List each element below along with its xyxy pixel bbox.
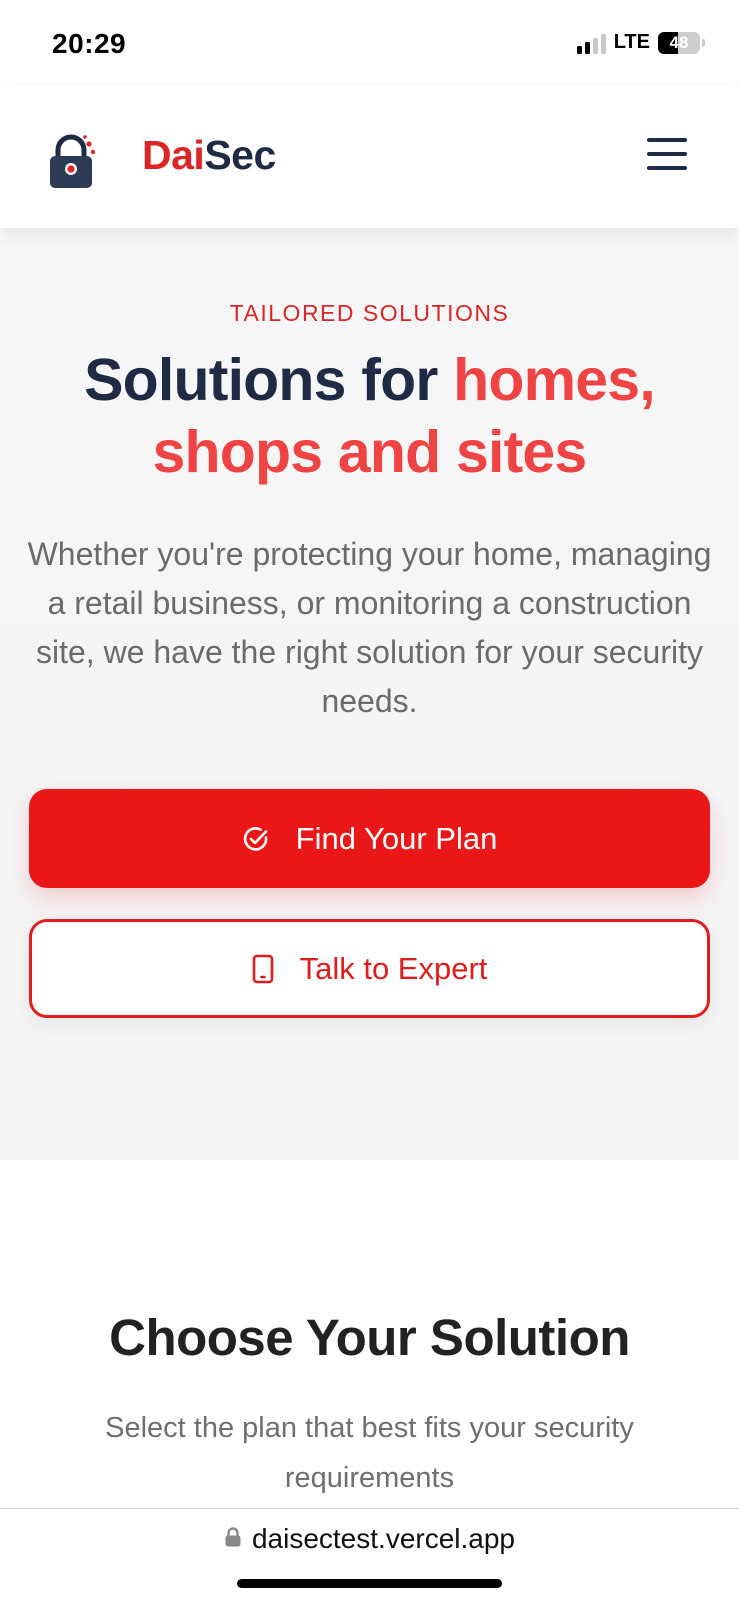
solutions-title: Choose Your Solution [109,1309,630,1366]
hero-title: Solutions for homes, shops and sites [30,344,709,488]
solutions-section: Choose Your Solution Select the plan tha… [0,1160,739,1508]
hero-description: Whether you're protecting your home, man… [27,536,712,719]
talk-to-expert-button[interactable]: Talk to Expert [29,919,710,1018]
hamburger-menu-icon[interactable] [647,136,687,172]
lock-icon [224,1526,242,1553]
solutions-subtitle: Select the plan that best fits your secu… [105,1412,634,1494]
status-bar: 20:29 LTE 48 [0,0,739,86]
hero-eyebrow: TAILORED SOLUTIONS [229,300,510,326]
battery-icon: 48 [658,31,700,54]
brand-name-part1: Dai [142,132,205,178]
page: 20:29 LTE 48 DaiSec TAILORED SOLUTIONS S… [0,0,739,1600]
status-indicators: LTE 48 [576,31,705,54]
nav-header: DaiSec [0,86,739,228]
battery-percent: 48 [669,32,689,52]
hero-section: TAILORED SOLUTIONS Solutions for homes, … [0,228,739,1160]
talk-to-expert-label: Talk to Expert [299,950,488,986]
brand-name-part2: Sec [204,132,276,178]
battery-cap [702,38,705,47]
url-container[interactable]: daisectest.vercel.app [0,1523,739,1555]
home-indicator[interactable] [237,1579,502,1588]
browser-address-bar[interactable]: daisectest.vercel.app [0,1508,739,1600]
padlock-icon[interactable] [46,132,98,190]
phone-icon [252,954,274,984]
status-time: 20:29 [52,28,127,59]
signal-icon [576,32,606,54]
url-text[interactable]: daisectest.vercel.app [252,1523,515,1555]
find-your-plan-label: Find Your Plan [295,820,498,856]
network-type: LTE [613,31,650,53]
check-circle-icon [242,825,270,853]
brand-name[interactable]: DaiSec [142,132,276,179]
hero-title-dark: Solutions for [84,347,454,413]
find-your-plan-button[interactable]: Find Your Plan [29,789,710,888]
